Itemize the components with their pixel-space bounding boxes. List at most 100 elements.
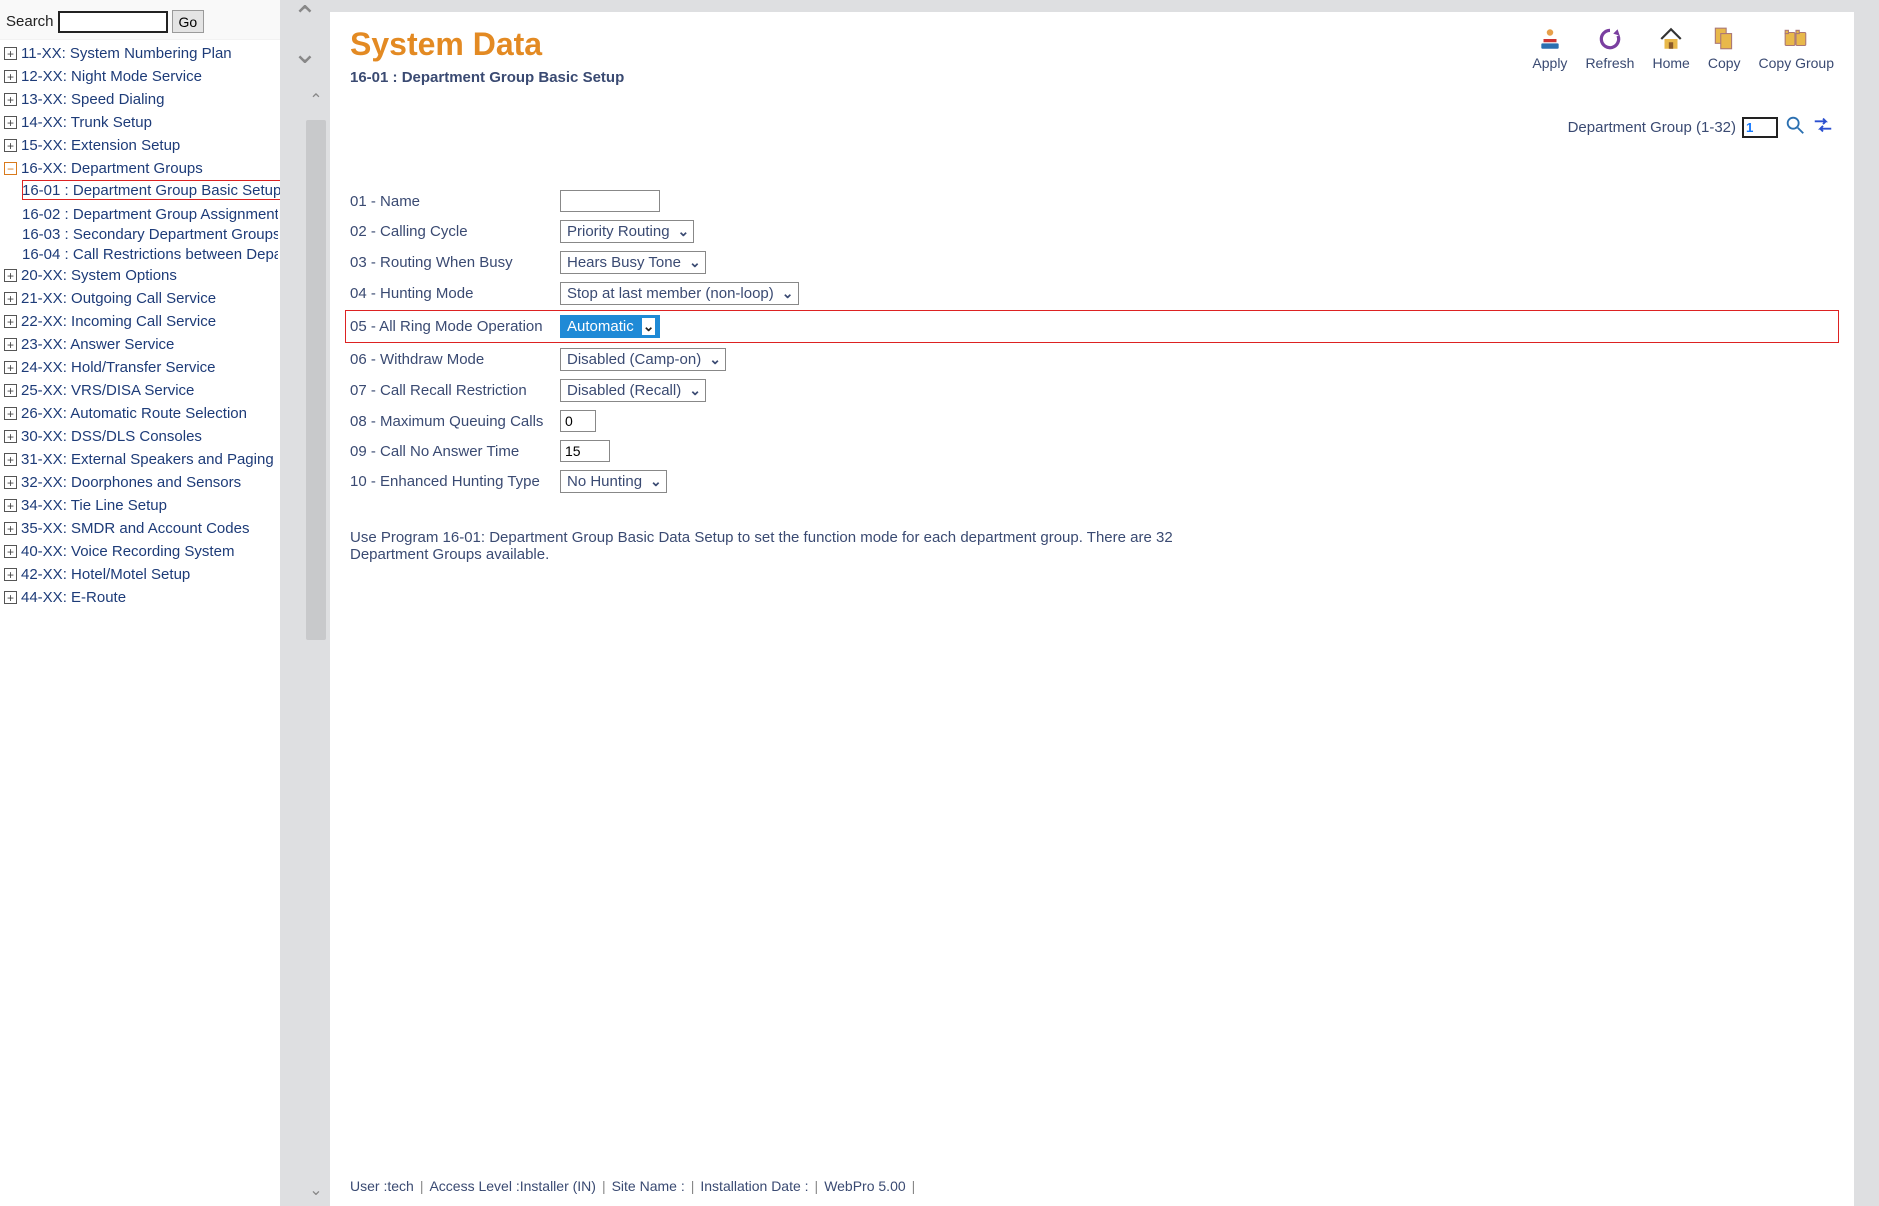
sidebar: Search Go +11-XX: System Numbering Plan+… bbox=[0, 0, 280, 1206]
select-dropdown[interactable]: Automatic⌄ bbox=[560, 315, 660, 338]
select-dropdown[interactable]: Priority Routing⌄ bbox=[560, 220, 694, 243]
search-icon[interactable] bbox=[1784, 114, 1806, 140]
tree-item[interactable]: +20-XX: System Options bbox=[2, 264, 278, 287]
tree-item[interactable]: +40-XX: Voice Recording System bbox=[2, 540, 278, 563]
expand-icon[interactable]: + bbox=[4, 47, 17, 60]
department-label: Department Group (1-32) bbox=[1568, 119, 1736, 136]
apply-icon bbox=[1537, 26, 1563, 52]
scroll-up-outer-icon[interactable]: ⌃ bbox=[292, 0, 317, 36]
prev-next-icon[interactable] bbox=[1812, 114, 1834, 140]
scrollbar-down-icon[interactable]: ⌄ bbox=[305, 1180, 327, 1200]
expand-icon[interactable]: + bbox=[4, 269, 17, 282]
expand-icon[interactable]: + bbox=[4, 315, 17, 328]
scrollbar-up-icon[interactable]: ⌃ bbox=[305, 90, 327, 110]
expand-icon[interactable]: + bbox=[4, 453, 17, 466]
tree-item-label: 35-XX: SMDR and Account Codes bbox=[21, 520, 249, 537]
text-input[interactable] bbox=[560, 440, 610, 462]
expand-icon[interactable]: + bbox=[4, 591, 17, 604]
select-dropdown[interactable]: Disabled (Recall)⌄ bbox=[560, 379, 706, 402]
expand-icon[interactable]: + bbox=[4, 568, 17, 581]
form-label: 06 - Withdraw Mode bbox=[350, 351, 550, 368]
tree-item[interactable]: +31-XX: External Speakers and Paging bbox=[2, 448, 278, 471]
footer-access: Installer (IN) bbox=[520, 1178, 596, 1194]
department-selector-row: Department Group (1-32) bbox=[350, 114, 1834, 140]
chevron-down-icon: ⌄ bbox=[689, 254, 701, 271]
tree-sub-item[interactable]: 16-02 : Department Group Assignment fo bbox=[22, 204, 278, 224]
apply-label: Apply bbox=[1532, 55, 1567, 71]
expand-icon[interactable]: + bbox=[4, 70, 17, 83]
scroll-down-outer-icon[interactable]: ⌄ bbox=[292, 36, 317, 72]
select-dropdown[interactable]: No Hunting⌄ bbox=[560, 470, 667, 493]
refresh-icon bbox=[1597, 26, 1623, 52]
form-row: 10 - Enhanced Hunting TypeNo Hunting⌄ bbox=[350, 470, 1834, 493]
footer-user: tech bbox=[387, 1178, 413, 1194]
copy-group-label: Copy Group bbox=[1759, 55, 1834, 71]
tree-item[interactable]: +26-XX: Automatic Route Selection bbox=[2, 402, 278, 425]
tree-item[interactable]: +35-XX: SMDR and Account Codes bbox=[2, 517, 278, 540]
select-dropdown[interactable]: Hears Busy Tone ⌄ bbox=[560, 251, 706, 274]
form-row: 04 - Hunting ModeStop at last member (no… bbox=[350, 282, 1834, 305]
expand-icon[interactable]: + bbox=[4, 93, 17, 106]
footer: User : tech | Access Level : Installer (… bbox=[350, 1168, 1834, 1206]
expand-icon[interactable]: + bbox=[4, 139, 17, 152]
form-row: 08 - Maximum Queuing Calls bbox=[350, 410, 1834, 432]
tree-item[interactable]: +42-XX: Hotel/Motel Setup bbox=[2, 563, 278, 586]
expand-icon[interactable]: + bbox=[4, 430, 17, 443]
text-input[interactable] bbox=[560, 190, 660, 212]
expand-icon[interactable]: + bbox=[4, 407, 17, 420]
tree-item-label: 11-XX: System Numbering Plan bbox=[21, 45, 232, 62]
select-value: Hears Busy Tone bbox=[567, 254, 681, 271]
tree-item[interactable]: −16-XX: Department Groups bbox=[2, 157, 278, 180]
refresh-button[interactable]: Refresh bbox=[1585, 26, 1634, 71]
expand-icon[interactable]: + bbox=[4, 499, 17, 512]
search-go-button[interactable]: Go bbox=[172, 10, 205, 33]
expand-icon[interactable]: + bbox=[4, 361, 17, 374]
copy-group-button[interactable]: Copy Group bbox=[1759, 26, 1834, 71]
form-row: 03 - Routing When Busy Hears Busy Tone ⌄ bbox=[350, 251, 1834, 274]
select-dropdown[interactable]: Disabled (Camp-on)⌄ bbox=[560, 348, 726, 371]
expand-icon[interactable]: + bbox=[4, 292, 17, 305]
scrollbar-thumb[interactable] bbox=[306, 120, 326, 640]
tree-item[interactable]: +13-XX: Speed Dialing bbox=[2, 88, 278, 111]
footer-user-label: User : bbox=[350, 1178, 387, 1194]
select-value: Priority Routing bbox=[567, 223, 670, 240]
tree-item[interactable]: +12-XX: Night Mode Service bbox=[2, 65, 278, 88]
apply-button[interactable]: Apply bbox=[1532, 26, 1567, 71]
tree-item[interactable]: +22-XX: Incoming Call Service bbox=[2, 310, 278, 333]
content-panel: System Data 16-01 : Department Group Bas… bbox=[330, 12, 1854, 1206]
tree-item[interactable]: +23-XX: Answer Service bbox=[2, 333, 278, 356]
tree-item-label: 26-XX: Automatic Route Selection bbox=[21, 405, 247, 422]
select-value: No Hunting bbox=[567, 473, 642, 490]
tree-item[interactable]: +34-XX: Tie Line Setup bbox=[2, 494, 278, 517]
text-input[interactable] bbox=[560, 410, 596, 432]
search-label: Search bbox=[6, 13, 54, 30]
expand-icon[interactable]: + bbox=[4, 384, 17, 397]
search-input[interactable] bbox=[58, 11, 168, 33]
expand-icon[interactable]: + bbox=[4, 116, 17, 129]
collapse-icon[interactable]: − bbox=[4, 162, 17, 175]
tree-item[interactable]: +14-XX: Trunk Setup bbox=[2, 111, 278, 134]
tree-item[interactable]: +21-XX: Outgoing Call Service bbox=[2, 287, 278, 310]
tree-item-label: 23-XX: Answer Service bbox=[21, 336, 174, 353]
tree-item[interactable]: +25-XX: VRS/DISA Service bbox=[2, 379, 278, 402]
form-label: 05 - All Ring Mode Operation bbox=[350, 318, 550, 335]
expand-icon[interactable]: + bbox=[4, 476, 17, 489]
tree-item[interactable]: +15-XX: Extension Setup bbox=[2, 134, 278, 157]
tree-sub-item[interactable]: 16-03 : Secondary Department Groups bbox=[22, 224, 278, 244]
department-input[interactable] bbox=[1742, 117, 1778, 138]
form-row: 02 - Calling CyclePriority Routing⌄ bbox=[350, 220, 1834, 243]
tree-item[interactable]: +32-XX: Doorphones and Sensors bbox=[2, 471, 278, 494]
expand-icon[interactable]: + bbox=[4, 338, 17, 351]
tree-sub-item[interactable]: 16-01 : Department Group Basic Setup bbox=[22, 180, 280, 200]
expand-icon[interactable]: + bbox=[4, 545, 17, 558]
tree-item[interactable]: +24-XX: Hold/Transfer Service bbox=[2, 356, 278, 379]
home-button[interactable]: Home bbox=[1652, 26, 1689, 71]
copy-button[interactable]: Copy bbox=[1708, 26, 1741, 71]
tree-item[interactable]: +11-XX: System Numbering Plan bbox=[2, 42, 278, 65]
tree-item[interactable]: +30-XX: DSS/DLS Consoles bbox=[2, 425, 278, 448]
select-dropdown[interactable]: Stop at last member (non-loop)⌄ bbox=[560, 282, 799, 305]
form-label: 03 - Routing When Busy bbox=[350, 254, 550, 271]
tree-sub-item[interactable]: 16-04 : Call Restrictions between Depart… bbox=[22, 244, 278, 264]
expand-icon[interactable]: + bbox=[4, 522, 17, 535]
tree-item[interactable]: +44-XX: E-Route bbox=[2, 586, 278, 609]
